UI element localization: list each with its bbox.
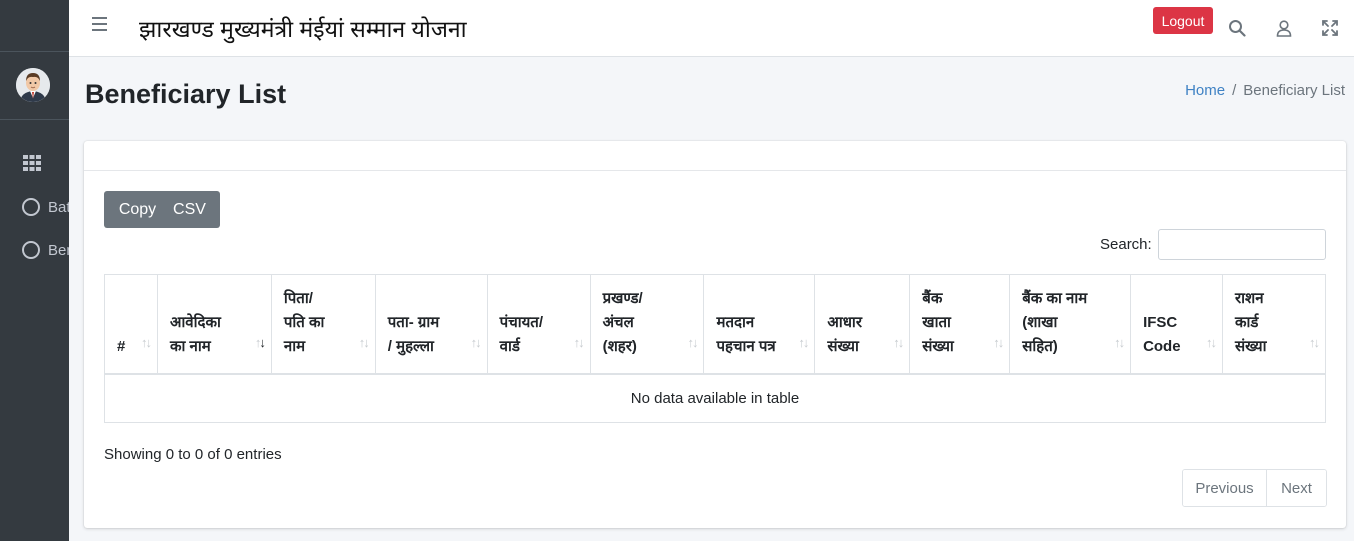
- csv-button[interactable]: CSV: [165, 191, 220, 228]
- pagination: Previous Next: [1182, 469, 1327, 507]
- sidebar-brand: [0, 0, 69, 52]
- search-label: Search:: [1100, 236, 1152, 253]
- dashboard-grid-icon[interactable]: [23, 155, 41, 171]
- column-header-bank-name[interactable]: बैंक का नाम (शाखा सहित) ↑↓: [1009, 274, 1132, 375]
- column-header-aadhaar-number[interactable]: आधार संख्या ↑↓: [814, 274, 911, 375]
- breadcrumb-home-link[interactable]: Home: [1185, 82, 1225, 99]
- column-header-voter-id[interactable]: मतदान पहचान पत्र ↑↓: [703, 274, 816, 375]
- sidebar: Batch List Beneficiary List: [0, 0, 69, 541]
- breadcrumb-current: Beneficiary List: [1243, 82, 1345, 99]
- fullscreen-icon[interactable]: [1321, 19, 1339, 37]
- sort-icon: ↑↓: [893, 334, 904, 350]
- export-button-group: Copy CSV: [104, 191, 220, 228]
- app-title: झारखण्ड मुख्यमंत्री मंईयां सम्मान योजना: [139, 16, 467, 42]
- sidebar-item-label: Beneficiary List: [48, 241, 69, 259]
- column-header-serial[interactable]: # ↑↓: [104, 274, 158, 375]
- sort-icon: ↑↓: [1206, 334, 1217, 350]
- previous-button[interactable]: Previous: [1183, 470, 1267, 506]
- sort-icon: ↑↓: [798, 334, 809, 350]
- table-info: Showing 0 to 0 of 0 entries: [104, 446, 282, 463]
- column-header-block-zone[interactable]: प्रखण्ड/अंचल (शहर) ↑↓: [589, 274, 705, 375]
- empty-table-message: No data available in table: [104, 373, 1326, 423]
- sort-icon: ↑↓: [573, 334, 585, 350]
- sort-icon: ↑↓: [470, 334, 482, 350]
- sidebar-item-batch-list[interactable]: Batch List: [22, 197, 69, 217]
- sort-icon: ↑↓: [1114, 334, 1125, 350]
- sidebar-item-label: Batch List: [48, 198, 69, 216]
- column-header-ifsc-code[interactable]: IFSC Code ↑↓: [1130, 274, 1223, 375]
- breadcrumb-separator: /: [1232, 82, 1237, 99]
- page-title: Beneficiary List: [85, 79, 287, 109]
- sidebar-item-beneficiary-list[interactable]: Beneficiary List: [22, 240, 69, 260]
- search-icon[interactable]: [1228, 19, 1246, 37]
- column-header-bank-account-number[interactable]: बैंक खाता संख्या ↑↓: [909, 274, 1011, 375]
- column-header-panchayat-ward[interactable]: पंचायत/वार्ड ↑↓: [486, 274, 591, 375]
- circle-icon: [22, 241, 40, 259]
- sort-icon: ↑↓: [254, 334, 266, 350]
- copy-button[interactable]: Copy: [104, 191, 165, 228]
- next-button[interactable]: Next: [1267, 470, 1326, 506]
- sort-icon: ↑↓: [1309, 334, 1320, 350]
- search-input[interactable]: [1158, 229, 1326, 260]
- user-icon[interactable]: [1275, 19, 1293, 37]
- circle-icon: [22, 198, 40, 216]
- sort-icon: ↑↓: [993, 334, 1004, 350]
- sort-icon: ↑↓: [687, 334, 698, 350]
- column-header-address[interactable]: पता- ग्राम / मुहल्ला ↑↓: [374, 274, 488, 375]
- column-header-ration-card-number[interactable]: राशन कार्ड संख्या ↑↓: [1222, 274, 1326, 375]
- column-header-applicant-name[interactable]: आवेदिका का नाम ↑↓: [156, 274, 272, 375]
- breadcrumb: Home / Beneficiary List: [1185, 82, 1345, 99]
- sort-icon: ↑↓: [358, 334, 370, 350]
- top-navbar: झारखण्ड मुख्यमंत्री मंईयां सम्मान योजना …: [69, 0, 1354, 57]
- logout-button[interactable]: Logout: [1153, 7, 1213, 34]
- beneficiary-card: Copy CSV Search: # ↑↓ आवेदिका का नाम ↑↓ पित…: [84, 141, 1346, 528]
- menu-toggle-icon[interactable]: [92, 17, 107, 31]
- column-header-father-husband-name[interactable]: पिता/पति का नाम ↑↓: [270, 274, 376, 375]
- table-row: No data available in table: [104, 373, 1326, 423]
- sidebar-user-panel: [0, 52, 69, 120]
- avatar[interactable]: [16, 68, 50, 102]
- table-header-row: # ↑↓ आवेदिका का नाम ↑↓ पिता/पति का नाम ↑↓ पता…: [104, 274, 1326, 375]
- beneficiary-table: # ↑↓ आवेदिका का नाम ↑↓ पिता/पति का नाम ↑↓ पता…: [104, 274, 1326, 423]
- card-header: [84, 141, 1346, 171]
- sort-icon: ↑↓: [140, 334, 152, 350]
